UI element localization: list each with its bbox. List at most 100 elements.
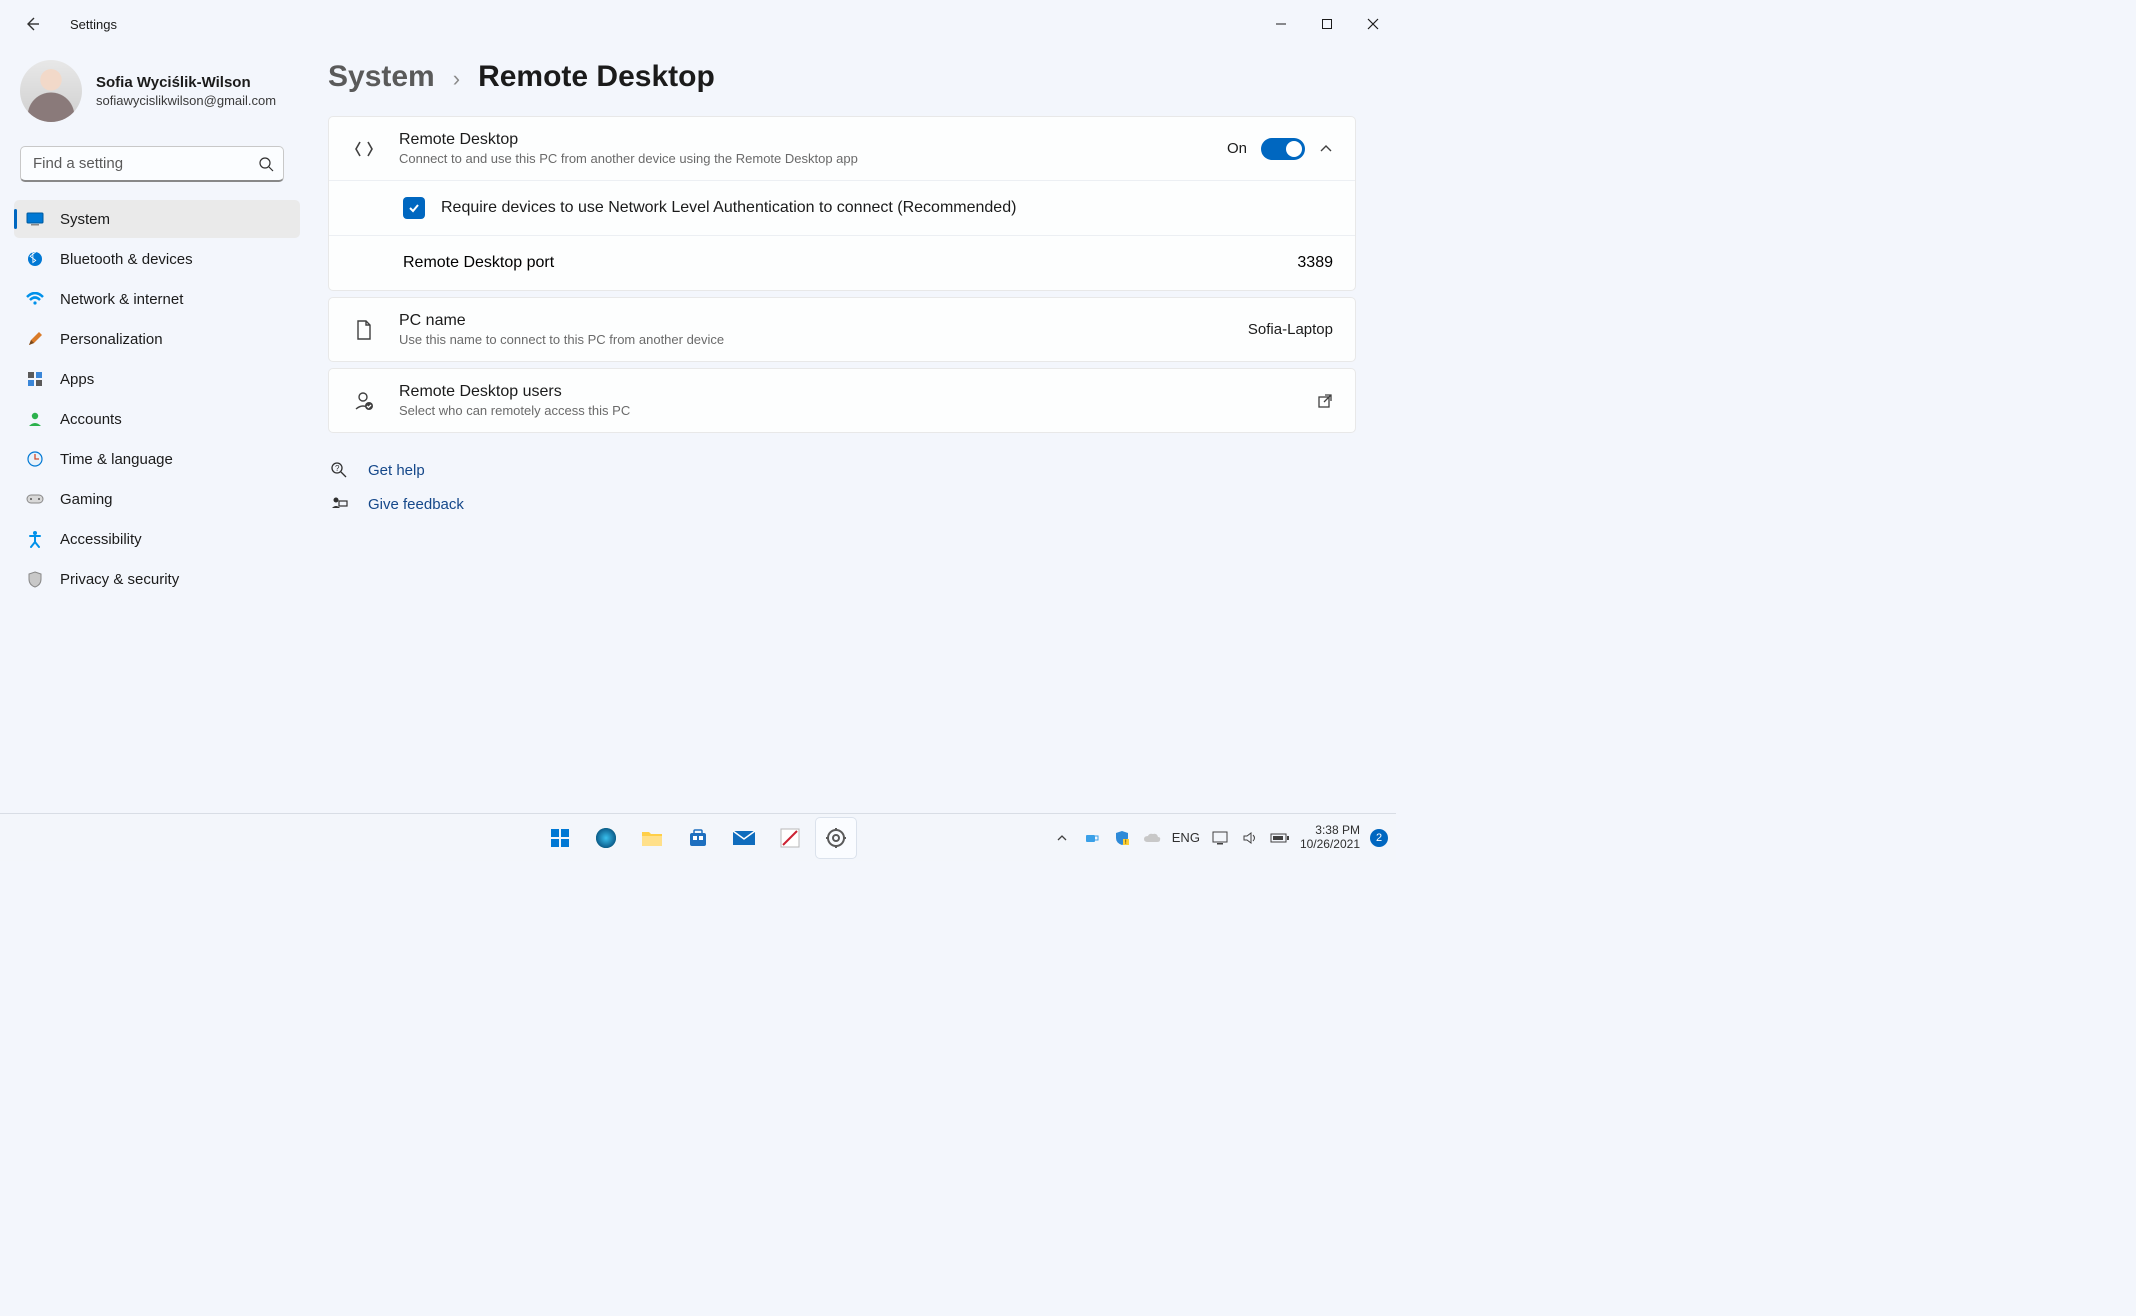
maximize-icon — [1321, 18, 1333, 30]
help-icon: ? — [330, 461, 348, 479]
sidebar-item-label: Personalization — [60, 331, 163, 348]
taskbar-edge[interactable] — [586, 818, 626, 858]
card-pc-name[interactable]: PC name Use this name to connect to this… — [328, 297, 1356, 362]
tray-cast[interactable] — [1210, 828, 1230, 848]
taskbar: ! ENG 3:38 PM 10/26/2021 2 — [0, 813, 1396, 861]
sidebar-item-label: Time & language — [60, 451, 173, 468]
notification-badge[interactable]: 2 — [1370, 829, 1388, 847]
sidebar-item-accessibility[interactable]: Accessibility — [14, 520, 300, 558]
taskbar-mail[interactable] — [724, 818, 764, 858]
nav: System Bluetooth & devices Network & int… — [14, 200, 300, 598]
get-help-link[interactable]: ? Get help — [330, 461, 1356, 479]
tray-security[interactable]: ! — [1112, 828, 1132, 848]
volume-icon — [1242, 831, 1258, 845]
sidebar-item-gaming[interactable]: Gaming — [14, 480, 300, 518]
sidebar-item-privacy[interactable]: Privacy & security — [14, 560, 300, 598]
card-remote-desktop: Remote Desktop Connect to and use this P… — [328, 116, 1356, 291]
nla-checkbox[interactable] — [403, 197, 425, 219]
sidebar-item-network[interactable]: Network & internet — [14, 280, 300, 318]
row-title: Remote Desktop users — [399, 383, 1295, 401]
gear-icon — [825, 827, 847, 849]
taskbar-explorer[interactable] — [632, 818, 672, 858]
tray-language[interactable]: ENG — [1172, 830, 1200, 845]
sidebar-item-bluetooth[interactable]: Bluetooth & devices — [14, 240, 300, 278]
back-button[interactable] — [20, 12, 44, 36]
search-container — [20, 146, 294, 182]
row-nla-checkbox[interactable]: Require devices to use Network Level Aut… — [329, 180, 1355, 235]
profile-email: sofiawycislikwilson@gmail.com — [96, 93, 276, 108]
gamepad-icon — [26, 490, 44, 508]
tray-clock[interactable]: 3:38 PM 10/26/2021 — [1300, 824, 1360, 852]
close-button[interactable] — [1350, 8, 1396, 40]
edge-icon — [594, 826, 618, 850]
svg-text:?: ? — [335, 464, 340, 473]
row-subtitle: Connect to and use this PC from another … — [399, 151, 1205, 166]
give-feedback-link[interactable]: Give feedback — [330, 495, 1356, 513]
shield-icon — [26, 570, 44, 588]
apps-icon — [26, 370, 44, 388]
tray-volume[interactable] — [1240, 828, 1260, 848]
chevron-up-icon — [1056, 832, 1068, 844]
sidebar-item-system[interactable]: System — [14, 200, 300, 238]
windows-icon — [549, 827, 571, 849]
row-rd-port[interactable]: Remote Desktop port 3389 — [329, 235, 1355, 290]
bluetooth-icon — [26, 250, 44, 268]
nla-label: Require devices to use Network Level Aut… — [441, 199, 1016, 217]
tray-time: 3:38 PM — [1300, 824, 1360, 838]
tray-icon-1[interactable] — [1082, 828, 1102, 848]
sidebar-item-personalization[interactable]: Personalization — [14, 320, 300, 358]
window-controls — [1258, 8, 1396, 40]
close-icon — [1367, 18, 1379, 30]
arrow-left-icon — [24, 16, 40, 32]
sidebar-item-time-language[interactable]: Time & language — [14, 440, 300, 478]
sidebar: Sofia Wyciślik-Wilson sofiawycislikwilso… — [0, 48, 300, 813]
person-icon — [26, 410, 44, 428]
main: System › Remote Desktop Remote Desktop C… — [300, 48, 1396, 813]
store-icon — [687, 827, 709, 849]
port-value: 3389 — [1297, 254, 1333, 272]
cast-icon — [1212, 831, 1228, 845]
battery-icon — [1270, 832, 1290, 844]
app-icon — [779, 827, 801, 849]
pc-name-value: Sofia-Laptop — [1248, 321, 1333, 338]
minimize-icon — [1275, 18, 1287, 30]
profile-name: Sofia Wyciślik-Wilson — [96, 74, 276, 91]
sidebar-item-label: Network & internet — [60, 291, 183, 308]
sidebar-item-accounts[interactable]: Accounts — [14, 400, 300, 438]
sidebar-item-apps[interactable]: Apps — [14, 360, 300, 398]
feedback-icon — [330, 495, 348, 513]
accessibility-icon — [26, 530, 44, 548]
check-icon — [407, 201, 421, 215]
maximize-button[interactable] — [1304, 8, 1350, 40]
chevron-right-icon: › — [453, 66, 460, 92]
row-title: PC name — [399, 312, 1226, 330]
taskbar-app[interactable] — [770, 818, 810, 858]
window-title: Settings — [70, 17, 117, 32]
chevron-up-icon[interactable] — [1319, 142, 1333, 156]
search-input[interactable] — [20, 146, 284, 182]
tray-overflow[interactable] — [1052, 828, 1072, 848]
document-icon — [351, 317, 377, 343]
start-button[interactable] — [540, 818, 580, 858]
tray-onedrive[interactable] — [1142, 828, 1162, 848]
breadcrumb-parent[interactable]: System — [328, 60, 435, 94]
row-subtitle: Use this name to connect to this PC from… — [399, 332, 1226, 347]
profile-block[interactable]: Sofia Wyciślik-Wilson sofiawycislikwilso… — [14, 48, 300, 140]
remote-desktop-toggle[interactable] — [1261, 138, 1305, 160]
sidebar-item-label: Gaming — [60, 491, 113, 508]
breadcrumb: System › Remote Desktop — [328, 60, 1356, 94]
sidebar-item-label: Accessibility — [60, 531, 142, 548]
taskbar-settings[interactable] — [816, 818, 856, 858]
avatar — [20, 60, 82, 122]
card-rd-users[interactable]: Remote Desktop users Select who can remo… — [328, 368, 1356, 433]
row-subtitle: Select who can remotely access this PC — [399, 403, 1295, 418]
toggle-state-label: On — [1227, 140, 1247, 157]
sidebar-item-label: Privacy & security — [60, 571, 179, 588]
sidebar-item-label: Apps — [60, 371, 94, 388]
minimize-button[interactable] — [1258, 8, 1304, 40]
monitor-icon — [26, 210, 44, 228]
row-remote-desktop-toggle[interactable]: Remote Desktop Connect to and use this P… — [329, 117, 1355, 180]
taskbar-store[interactable] — [678, 818, 718, 858]
tray-battery[interactable] — [1270, 828, 1290, 848]
taskbar-center — [540, 818, 856, 858]
